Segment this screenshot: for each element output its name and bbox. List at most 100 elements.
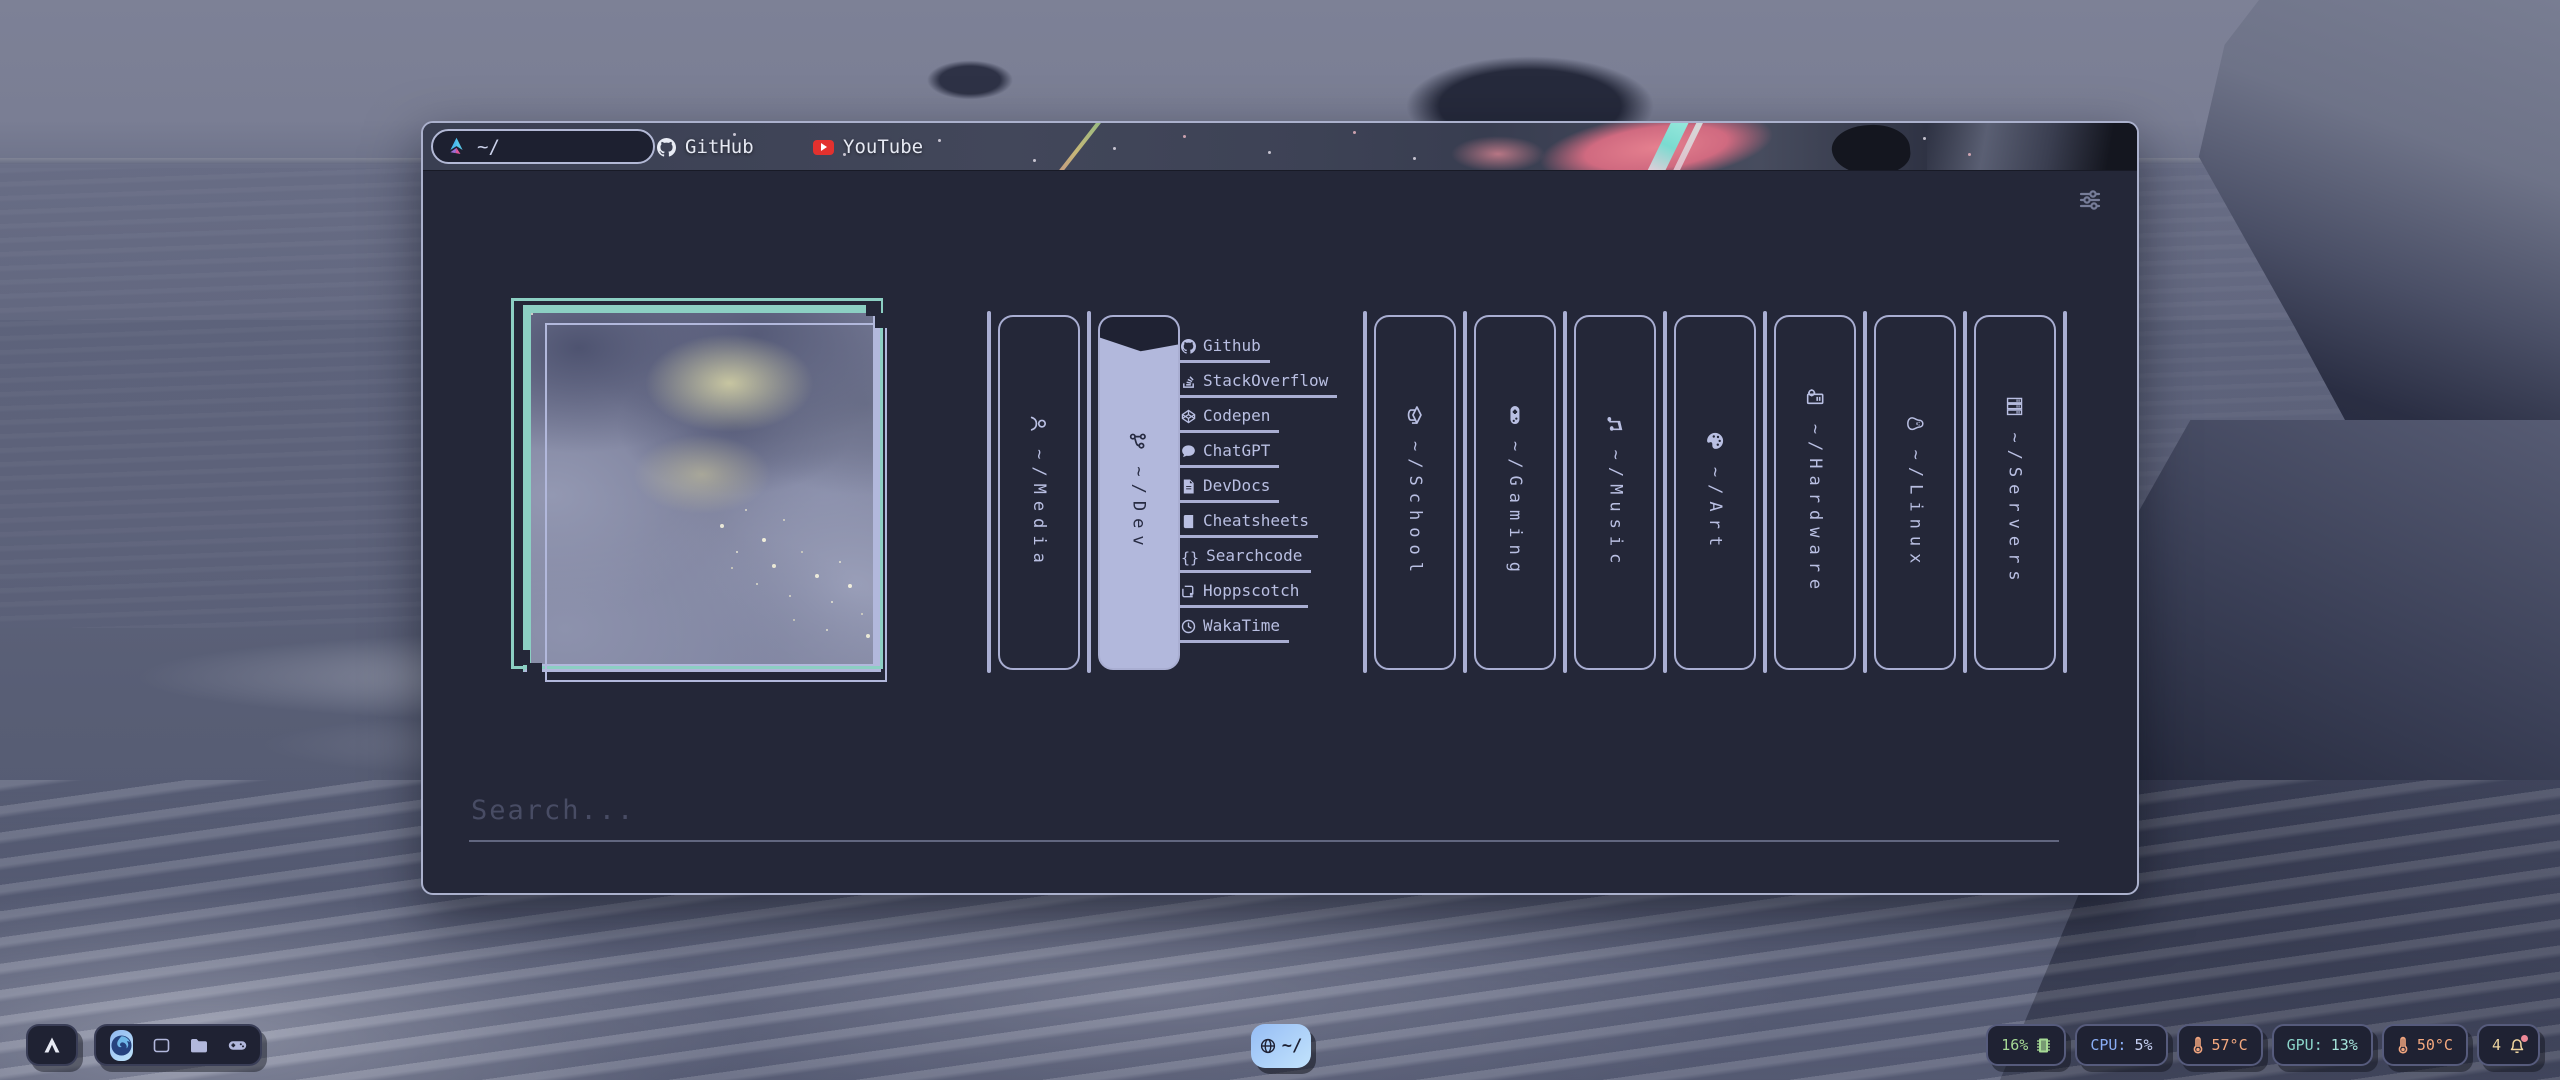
artwork-frame	[523, 305, 881, 672]
book-title: ~/Linux	[1905, 450, 1925, 571]
arrow-logo-icon	[42, 1035, 62, 1055]
folder-icon	[190, 1038, 208, 1053]
link-label: ChatGPT	[1203, 441, 1270, 460]
gpu-widget[interactable]: GPU: 13%	[2272, 1024, 2373, 1066]
gpu-temp-widget[interactable]: 50°C	[2382, 1024, 2468, 1066]
link-github[interactable]: Github	[1180, 328, 1270, 363]
book-media[interactable]: ~/Media	[998, 315, 1080, 670]
music-note-icon	[1605, 414, 1625, 434]
gpu-label: GPU:	[2287, 1036, 2323, 1054]
gpu-value: 13%	[2331, 1036, 2358, 1054]
git-branch-icon	[1130, 431, 1149, 450]
memory-widget[interactable]: 16%	[1986, 1024, 2066, 1066]
cpu-label: CPU:	[2090, 1036, 2126, 1054]
link-label: Cheatsheets	[1203, 511, 1309, 530]
graduation-icon	[1405, 405, 1425, 425]
book-gaming[interactable]: ~/Gaming	[1474, 315, 1556, 670]
book-title: ~/Dev	[1129, 466, 1149, 552]
shelf-divider	[1663, 311, 1667, 673]
tux-icon	[1905, 414, 1925, 434]
active-window-label: ~/	[1282, 1036, 1302, 1056]
memory-chip-icon	[2036, 1037, 2051, 1054]
link-wakatime[interactable]: WakaTime	[1180, 608, 1289, 643]
tab-youtube-label: YouTube	[843, 136, 923, 158]
book-music[interactable]: ~/Music	[1574, 315, 1656, 670]
shelf-divider	[1363, 311, 1367, 673]
link-stackoverflow[interactable]: StackOverflow	[1180, 363, 1337, 398]
book-hardware[interactable]: ~/Hardware	[1774, 315, 1856, 670]
chat-bubble-icon	[1181, 444, 1196, 460]
taskbar-apps	[94, 1024, 262, 1066]
hoppscotch-icon	[1181, 584, 1196, 600]
book-linux[interactable]: ~/Linux	[1874, 315, 1956, 670]
files-app-button[interactable]	[190, 1038, 208, 1053]
tab-home-label: ~/	[477, 136, 500, 158]
book-dev[interactable]: ~/Dev	[1098, 315, 1180, 670]
link-label: DevDocs	[1203, 476, 1270, 495]
active-window-button[interactable]: ~/	[1251, 1024, 1311, 1068]
shelf-divider	[1563, 311, 1567, 673]
book-title: ~/Hardware	[1805, 424, 1825, 596]
status-widgets: 16% CPU: 5% 57°C GPU:	[1986, 1024, 2540, 1066]
braces-icon: {}	[1181, 551, 1199, 565]
link-chatgpt[interactable]: ChatGPT	[1180, 433, 1279, 468]
search-input[interactable]	[469, 795, 2059, 842]
notification-count: 4	[2492, 1036, 2501, 1054]
codepen-icon	[1181, 409, 1196, 425]
tab-github[interactable]: GitHub	[657, 123, 754, 171]
firefox-app-button[interactable]	[110, 1030, 133, 1061]
link-devdocs[interactable]: DevDocs	[1180, 468, 1279, 503]
cpu-temp-value: 57°C	[2212, 1036, 2248, 1054]
tab-youtube[interactable]: YouTube	[813, 123, 923, 171]
gpu-temp-value: 50°C	[2417, 1036, 2453, 1054]
firefox-icon	[110, 1034, 133, 1057]
clock-icon	[1181, 619, 1196, 635]
link-searchcode[interactable]: {} Searchcode	[1180, 538, 1311, 573]
book-title: ~/Servers	[2005, 432, 2025, 587]
book-title: ~/School	[1405, 441, 1425, 579]
link-cheatsheets[interactable]: Cheatsheets	[1180, 503, 1318, 538]
browser-window: ~/ GitHub YouTube	[421, 121, 2139, 895]
cpu-temp-widget[interactable]: 57°C	[2177, 1024, 2263, 1066]
shelf-divider	[987, 311, 991, 673]
cpu-widget[interactable]: CPU: 5%	[2075, 1024, 2167, 1066]
shelf-divider	[1463, 311, 1467, 673]
shelf-divider	[2063, 311, 2067, 673]
server-rack-icon	[2005, 396, 2025, 416]
artwork-image	[531, 313, 873, 664]
bookshelf: ~/Media ~/Dev	[980, 311, 2074, 673]
settings-button[interactable]	[2075, 185, 2105, 215]
window-app-button[interactable]	[153, 1038, 170, 1053]
notifications-widget[interactable]: 4	[2477, 1024, 2540, 1066]
link-codepen[interactable]: Codepen	[1180, 398, 1279, 433]
shelf-divider	[1863, 311, 1867, 673]
desktop: ~/ GitHub YouTube	[0, 0, 2560, 1080]
book-servers[interactable]: ~/Servers	[1974, 315, 2056, 670]
shelf-divider	[1763, 311, 1767, 673]
launcher-button[interactable]	[26, 1024, 78, 1066]
book-title: ~/Gaming	[1505, 441, 1525, 579]
wallpaper-rock	[915, 55, 1025, 105]
tab-home[interactable]: ~/	[431, 129, 655, 164]
thermometer-icon	[2192, 1036, 2204, 1054]
book-icon	[1181, 514, 1196, 530]
link-hoppscotch[interactable]: Hoppscotch	[1180, 573, 1308, 608]
palette-icon	[1705, 431, 1725, 451]
app-logo-icon	[446, 136, 467, 157]
thermometer-icon	[2397, 1036, 2409, 1054]
frame-corner-handle	[875, 313, 890, 328]
shelf-divider	[1963, 311, 1967, 673]
gamepad-icon	[228, 1039, 247, 1052]
link-label: Codepen	[1203, 406, 1270, 425]
youtube-icon	[813, 140, 834, 155]
link-label: Searchcode	[1206, 546, 1302, 565]
book-art[interactable]: ~/Art	[1674, 315, 1756, 670]
notification-dot	[2521, 1035, 2528, 1042]
book-school[interactable]: ~/School	[1374, 315, 1456, 670]
browser-tabbar: ~/ GitHub YouTube	[423, 123, 2137, 171]
github-icon	[1181, 339, 1196, 355]
stackoverflow-icon	[1181, 374, 1196, 390]
games-app-button[interactable]	[228, 1039, 247, 1052]
document-icon	[1181, 479, 1196, 495]
pc-icon	[1805, 388, 1825, 408]
